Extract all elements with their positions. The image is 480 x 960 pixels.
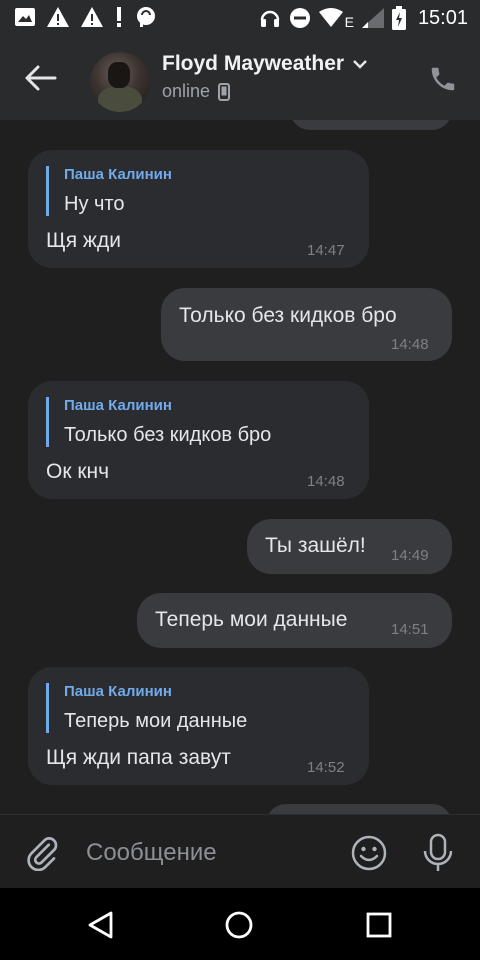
arrow-left-icon [25,65,57,91]
image-icon [14,6,36,28]
message-bubble-outgoing[interactable]: Ты зашёл! 14:49 [247,519,452,574]
message-text: Щя жди [46,229,121,252]
microphone-icon [423,833,453,871]
avatar[interactable] [90,52,150,112]
do-not-disturb-icon [289,7,311,29]
message-bubble-partial[interactable] [266,804,452,814]
signal-icon [361,8,384,28]
system-nav-bar [0,888,480,960]
chat-header: Floyd Mayweather online [0,36,480,120]
message-text: Теперь мои данные [155,608,348,631]
message-bubble-incoming[interactable]: Паша Калинин Ну что Щя жди 14:47 [28,150,369,268]
network-type-label: E [344,14,354,30]
message-bubble-incoming[interactable]: Паша Калинин Теперь мои данные Щя жди па… [28,667,369,785]
headphones-icon [259,7,281,29]
circle-home-icon [225,911,253,939]
nav-home-button[interactable] [224,910,254,940]
online-status: online [162,81,211,101]
chevron-down-icon[interactable] [352,59,368,69]
warning-icon [46,6,70,28]
emoji-button[interactable] [350,834,388,872]
message-bubble-partial[interactable] [290,120,452,130]
warning-icon [80,6,104,28]
message-bubble-outgoing[interactable]: Только без кидков бро 14:48 [161,288,452,361]
message-time: 14:49 [391,547,429,564]
quote-text: Ну что [64,193,125,215]
message-text: Только без кидков бро [179,304,397,327]
smiley-icon [351,835,387,871]
message-list[interactable]: Паша Калинин Ну что Щя жди 14:47 Только … [0,120,480,814]
reply-quote[interactable]: Паша Калинин Только без кидков бро [46,397,271,447]
attach-button[interactable] [24,835,60,872]
wifi-icon [318,8,343,28]
reply-quote[interactable]: Паша Калинин Ну что [46,166,172,216]
phone-icon [431,67,455,91]
call-button[interactable] [428,64,458,94]
quote-author: Паша Калинин [64,397,172,414]
message-text: Ок кнч [46,460,110,483]
message-text: Щя жди папа завут [46,746,231,769]
message-time: 14:47 [307,242,345,259]
quote-text: Теперь мои данные [64,710,248,732]
alert-icon [114,6,124,28]
paperclip-icon [27,837,58,872]
nav-back-button[interactable] [86,910,116,940]
message-time: 14:48 [391,336,429,353]
quote-text: Только без кидков бро [64,424,272,446]
message-time: 14:52 [307,759,345,776]
message-bubble-outgoing[interactable]: Теперь мои данные 14:51 [137,593,452,648]
message-input[interactable]: Сообщение [86,839,217,867]
quote-author: Паша Калинин [64,166,172,183]
triangle-back-icon [88,911,113,939]
message-time: 14:51 [391,621,429,638]
mobile-phone-icon [218,82,231,101]
message-text: Ты зашёл! [265,534,366,557]
status-bar: E 15:01 [0,0,480,36]
reply-quote[interactable]: Паша Калинин Теперь мои данные [46,683,247,733]
square-recents-icon [366,912,392,938]
contact-name[interactable]: Floyd Mayweather [162,52,344,76]
battery-charging-icon [391,6,406,30]
message-time: 14:48 [307,473,345,490]
voice-message-button[interactable] [420,833,456,873]
message-composer: Сообщение [0,814,480,889]
quote-author: Паша Калинин [64,683,172,700]
clock: 15:01 [417,6,468,29]
message-bubble-incoming[interactable]: Паша Калинин Только без кидков бро Ок кн… [28,381,369,499]
cloud-sync-icon [134,6,158,28]
nav-recents-button[interactable] [366,912,392,938]
back-button[interactable] [24,64,58,92]
chat-title[interactable]: Floyd Mayweather online [162,52,368,102]
